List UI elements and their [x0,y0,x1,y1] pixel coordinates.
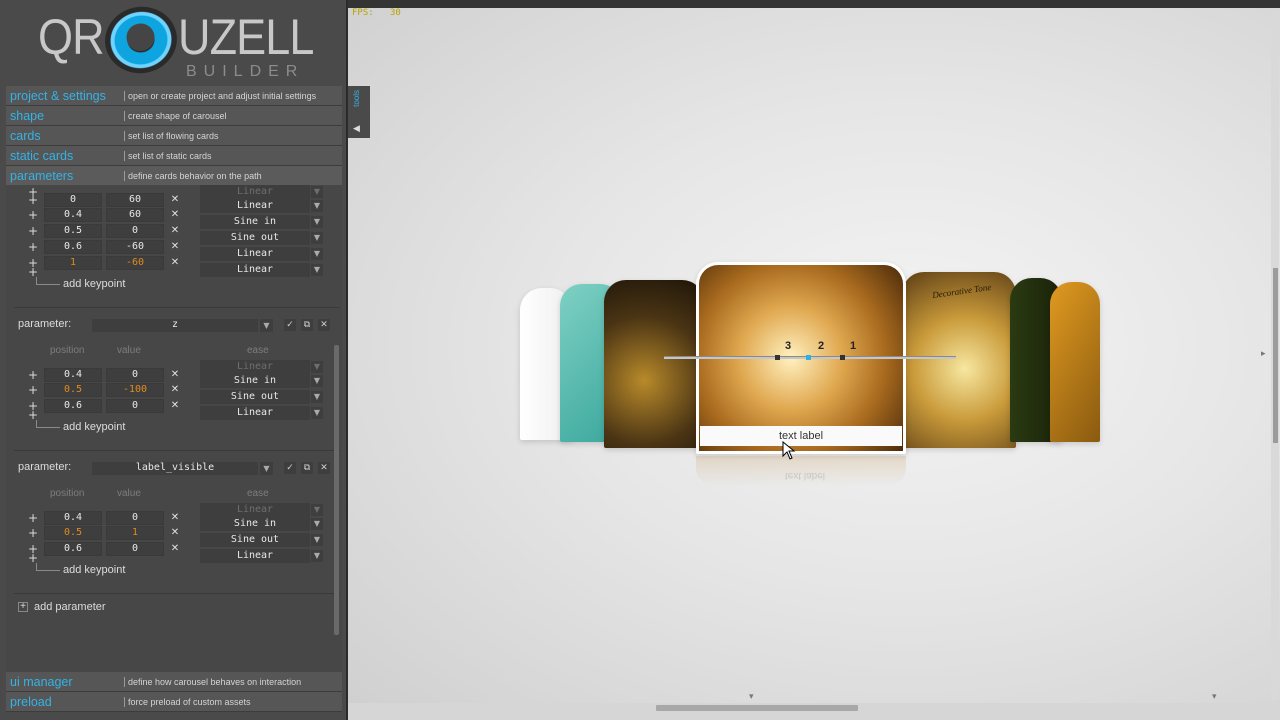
menu-label: ui manager [10,674,73,689]
tree-line [36,420,60,428]
plus-icon: + [18,602,28,612]
add-keypoint-button[interactable]: add keypoint [63,278,125,290]
menu-label: cards [10,128,41,143]
horizontal-scrollbar-thumb[interactable] [656,705,858,711]
menu-parameters[interactable]: parameters define cards behavior on the … [6,166,342,186]
menu-desc: set list of flowing cards [124,130,219,141]
card-caption: Decorative Tone [931,281,992,301]
menu-desc: force preload of custom assets [124,696,251,707]
chevron-down-icon[interactable]: ▼ [260,462,273,475]
card-text-label: text label [700,426,902,446]
preview-top-frame [348,0,1280,8]
parameters-scroll-area[interactable]: + Linear ▼ + 0 60 ✕ Linear ▼ + 0.4 60 ✕ [6,185,342,672]
parameter-select[interactable]: z [92,319,258,332]
fps-value: 30 [389,8,401,18]
logo-text-left: QR [38,9,105,65]
carousel-card[interactable]: Decorative Tone [902,272,1016,448]
column-header-ease: ease [247,345,269,356]
column-header-value: value [117,488,141,499]
menu-shape[interactable]: shape create shape of carousel [6,106,342,126]
menu-cards[interactable]: cards set list of flowing cards [6,126,342,146]
tools-side-tab[interactable]: tools ◀ [348,86,370,138]
divider [14,593,340,594]
logo-ring-icon [99,1,183,79]
qrouzell-logo: QR UZELL BUILDER [0,0,347,86]
menu-preload[interactable]: preload force preload of custom assets [6,692,342,712]
fps-label: FPS: [352,8,374,18]
chevron-down-icon[interactable]: ▾ [1212,692,1217,702]
column-header-value: value [117,345,141,356]
column-header-position: position [50,345,85,356]
check-icon[interactable]: ✓ [284,319,296,331]
path-keypoint[interactable] [840,355,845,360]
menu-label: shape [10,108,45,123]
carousel-card[interactable] [1050,282,1100,442]
parameter-label: parameter: [18,318,72,330]
add-parameter-button[interactable]: + add parameter [18,601,106,613]
menu-desc: set list of static cards [124,150,212,161]
chevron-down-icon[interactable]: ▼ [260,319,273,332]
parameter-select[interactable]: label_visible [92,462,258,475]
collapse-arrow-icon: ◀ [353,124,360,134]
menu-ui-manager[interactable]: ui manager define how carousel behaves o… [6,672,342,692]
logo-subtitle: BUILDER [186,63,305,80]
logo-text-right: UZELL [178,9,314,65]
fps-counter: FPS: 30 [352,8,401,18]
carousel-card[interactable] [604,280,704,448]
menu-label: preload [10,694,52,709]
path-keypoint[interactable] [775,355,780,360]
mouse-cursor-icon [782,441,796,460]
divider [14,450,340,451]
chevron-right-icon[interactable]: ▸ [1261,349,1266,359]
menu-desc: define how carousel behaves on interacti… [124,676,301,687]
menu-label: parameters [10,168,74,183]
app-window: QR UZELL BUILDER project & settings open… [0,0,1280,720]
tree-line [36,277,60,285]
builder-panel: QR UZELL BUILDER project & settings open… [0,0,347,720]
parameter-label: parameter: [18,461,72,473]
menu-desc: create shape of carousel [124,110,227,121]
menu-desc: open or create project and adjust initia… [124,90,316,101]
menu-label: project & settings [10,88,106,103]
path-number: 1 [850,340,857,352]
tree-line [36,563,60,571]
column-header-position: position [50,488,85,499]
panel-scrollbar[interactable] [334,345,339,635]
plus-icon[interactable]: + [28,409,38,421]
check-icon[interactable]: ✓ [284,462,296,474]
plus-icon[interactable]: + [28,552,38,564]
card-text-label-reflection: text label [784,470,826,481]
plus-icon[interactable]: + [28,266,38,278]
add-parameter-label: add parameter [34,601,106,613]
copy-icon[interactable]: ⧉ [301,462,313,474]
copy-icon[interactable]: ⧉ [301,319,313,331]
menu-desc: define cards behavior on the path [124,170,262,181]
vertical-scrollbar-thumb[interactable] [1273,268,1278,443]
path-number: 2 [818,340,825,352]
tools-tab-label: tools [352,90,361,107]
close-icon[interactable]: ✕ [318,319,330,331]
path-keypoint-selected[interactable] [806,355,811,360]
path-number: 3 [785,340,792,352]
close-icon[interactable]: ✕ [318,462,330,474]
column-header-ease: ease [247,488,269,499]
menu-label: static cards [10,148,74,163]
add-keypoint-button[interactable]: add keypoint [63,421,125,433]
menu-project-settings[interactable]: project & settings open or create projec… [6,86,342,106]
add-keypoint-button[interactable]: add keypoint [63,564,125,576]
chevron-down-icon[interactable]: ▾ [749,692,754,702]
menu-static-cards[interactable]: static cards set list of static cards [6,146,342,166]
divider [14,307,340,308]
